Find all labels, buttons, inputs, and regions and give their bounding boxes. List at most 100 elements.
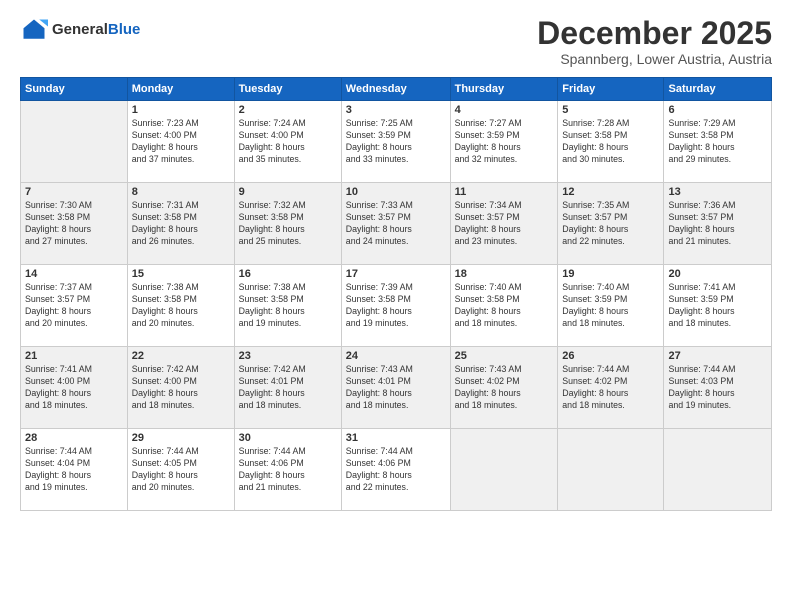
table-row: 15 Sunrise: 7:38 AMSunset: 3:58 PMDayligh…	[127, 265, 234, 347]
logo-icon	[20, 16, 48, 44]
day-number: 22	[132, 350, 230, 362]
day-number: 12	[562, 186, 659, 198]
location: Spannberg, Lower Austria, Austria	[537, 51, 772, 67]
table-row: 16 Sunrise: 7:38 AMSunset: 3:58 PMDayligh…	[234, 265, 341, 347]
day-number: 16	[239, 268, 337, 280]
day-info: Sunrise: 7:43 AMSunset: 4:01 PMDaylight:…	[346, 364, 446, 412]
table-row: 23 Sunrise: 7:42 AMSunset: 4:01 PMDayligh…	[234, 347, 341, 429]
day-info: Sunrise: 7:42 AMSunset: 4:01 PMDaylight:…	[239, 364, 337, 412]
day-number: 8	[132, 186, 230, 198]
col-tuesday: Tuesday	[234, 78, 341, 101]
day-info: Sunrise: 7:44 AMSunset: 4:03 PMDaylight:…	[668, 364, 767, 412]
col-monday: Monday	[127, 78, 234, 101]
table-row: 14 Sunrise: 7:37 AMSunset: 3:57 PMDayligh…	[21, 265, 128, 347]
day-info: Sunrise: 7:38 AMSunset: 3:58 PMDaylight:…	[239, 282, 337, 330]
table-row: 9Sunrise: 7:32 AMSunset: 3:58 PMDaylight…	[234, 183, 341, 265]
table-row: 19 Sunrise: 7:40 AMSunset: 3:59 PMDayligh…	[558, 265, 664, 347]
table-row: 12 Sunrise: 7:35 AMSunset: 3:57 PMDayligh…	[558, 183, 664, 265]
day-info: Sunrise: 7:38 AMSunset: 3:58 PMDaylight:…	[132, 282, 230, 330]
day-number: 2	[239, 104, 337, 116]
table-row	[664, 429, 772, 511]
table-row: 25 Sunrise: 7:43 AMSunset: 4:02 PMDayligh…	[450, 347, 558, 429]
day-info: Sunrise: 7:31 AMSunset: 3:58 PMDaylight:…	[132, 200, 230, 248]
table-row: 8 Sunrise: 7:31 AMSunset: 3:58 PMDaylight…	[127, 183, 234, 265]
table-row: 31Sunrise: 7:44 AMSunset: 4:06 PMDayligh…	[341, 429, 450, 511]
day-number: 13	[668, 186, 767, 198]
table-row: 7 Sunrise: 7:30 AMSunset: 3:58 PMDaylight…	[21, 183, 128, 265]
day-info: Sunrise: 7:37 AMSunset: 3:57 PMDaylight:…	[25, 282, 123, 330]
col-sunday: Sunday	[21, 78, 128, 101]
calendar-body: 1 Sunrise: 7:23 AMSunset: 4:00 PMDaylight…	[21, 101, 772, 511]
table-row: 18Sunrise: 7:40 AMSunset: 3:58 PMDayligh…	[450, 265, 558, 347]
day-info: Sunrise: 7:28 AMSunset: 3:58 PMDaylight:…	[562, 118, 659, 166]
day-number: 23	[239, 350, 337, 362]
table-row: 10 Sunrise: 7:33 AMSunset: 3:57 PMDayligh…	[341, 183, 450, 265]
day-info: Sunrise: 7:44 AMSunset: 4:06 PMDaylight:…	[239, 446, 337, 494]
day-info: Sunrise: 7:41 AMSunset: 3:59 PMDaylight:…	[668, 282, 767, 330]
day-number: 6	[668, 104, 767, 116]
day-info: Sunrise: 7:43 AMSunset: 4:02 PMDaylight:…	[455, 364, 554, 412]
day-info: Sunrise: 7:29 AMSunset: 3:58 PMDaylight:…	[668, 118, 767, 166]
day-number: 3	[346, 104, 446, 116]
logo-text: GeneralBlue	[52, 21, 140, 38]
logo: GeneralBlue	[20, 16, 140, 44]
title-section: December 2025 Spannberg, Lower Austria, …	[537, 16, 772, 67]
col-saturday: Saturday	[664, 78, 772, 101]
table-row: 22 Sunrise: 7:42 AMSunset: 4:00 PMDayligh…	[127, 347, 234, 429]
table-row: 30 Sunrise: 7:44 AMSunset: 4:06 PMDayligh…	[234, 429, 341, 511]
table-row: 28 Sunrise: 7:44 AMSunset: 4:04 PMDayligh…	[21, 429, 128, 511]
day-info: Sunrise: 7:40 AMSunset: 3:58 PMDaylight:…	[455, 282, 554, 330]
table-row: 2 Sunrise: 7:24 AMSunset: 4:00 PMDaylight…	[234, 101, 341, 183]
calendar-table: Sunday Monday Tuesday Wednesday Thursday…	[20, 77, 772, 511]
day-info: Sunrise: 7:44 AMSunset: 4:02 PMDaylight:…	[562, 364, 659, 412]
day-number: 26	[562, 350, 659, 362]
day-number: 10	[346, 186, 446, 198]
day-number: 28	[25, 432, 123, 444]
table-row: 29Sunrise: 7:44 AMSunset: 4:05 PMDayligh…	[127, 429, 234, 511]
day-info: Sunrise: 7:24 AMSunset: 4:00 PMDaylight:…	[239, 118, 337, 166]
day-info: Sunrise: 7:30 AMSunset: 3:58 PMDaylight:…	[25, 200, 123, 248]
day-number: 11	[455, 186, 554, 198]
col-friday: Friday	[558, 78, 664, 101]
header: GeneralBlue December 2025 Spannberg, Low…	[20, 16, 772, 67]
day-info: Sunrise: 7:34 AMSunset: 3:57 PMDaylight:…	[455, 200, 554, 248]
day-info: Sunrise: 7:32 AMSunset: 3:58 PMDaylight:…	[239, 200, 337, 248]
table-row: 5 Sunrise: 7:28 AMSunset: 3:58 PMDaylight…	[558, 101, 664, 183]
day-info: Sunrise: 7:33 AMSunset: 3:57 PMDaylight:…	[346, 200, 446, 248]
day-number: 1	[132, 104, 230, 116]
table-row: 4Sunrise: 7:27 AMSunset: 3:59 PMDaylight…	[450, 101, 558, 183]
page: GeneralBlue December 2025 Spannberg, Low…	[0, 0, 792, 612]
day-info: Sunrise: 7:44 AMSunset: 4:04 PMDaylight:…	[25, 446, 123, 494]
table-row: 6 Sunrise: 7:29 AMSunset: 3:58 PMDaylight…	[664, 101, 772, 183]
week-row: 1 Sunrise: 7:23 AMSunset: 4:00 PMDaylight…	[21, 101, 772, 183]
table-row: 26 Sunrise: 7:44 AMSunset: 4:02 PMDayligh…	[558, 347, 664, 429]
day-info: Sunrise: 7:25 AMSunset: 3:59 PMDaylight:…	[346, 118, 446, 166]
table-row	[21, 101, 128, 183]
table-row: 1 Sunrise: 7:23 AMSunset: 4:00 PMDaylight…	[127, 101, 234, 183]
week-row: 7 Sunrise: 7:30 AMSunset: 3:58 PMDaylight…	[21, 183, 772, 265]
table-row: 3 Sunrise: 7:25 AMSunset: 3:59 PMDaylight…	[341, 101, 450, 183]
day-number: 5	[562, 104, 659, 116]
day-info: Sunrise: 7:23 AMSunset: 4:00 PMDaylight:…	[132, 118, 230, 166]
table-row: 21 Sunrise: 7:41 AMSunset: 4:00 PMDayligh…	[21, 347, 128, 429]
day-info: Sunrise: 7:42 AMSunset: 4:00 PMDaylight:…	[132, 364, 230, 412]
table-row: 11 Sunrise: 7:34 AMSunset: 3:57 PMDayligh…	[450, 183, 558, 265]
day-number: 7	[25, 186, 123, 198]
day-number: 30	[239, 432, 337, 444]
day-number: 21	[25, 350, 123, 362]
table-row: 24Sunrise: 7:43 AMSunset: 4:01 PMDayligh…	[341, 347, 450, 429]
table-row: 20Sunrise: 7:41 AMSunset: 3:59 PMDayligh…	[664, 265, 772, 347]
day-number: 25	[455, 350, 554, 362]
week-row: 28 Sunrise: 7:44 AMSunset: 4:04 PMDayligh…	[21, 429, 772, 511]
table-row: 27Sunrise: 7:44 AMSunset: 4:03 PMDayligh…	[664, 347, 772, 429]
day-info: Sunrise: 7:40 AMSunset: 3:59 PMDaylight:…	[562, 282, 659, 330]
day-number: 14	[25, 268, 123, 280]
day-info: Sunrise: 7:35 AMSunset: 3:57 PMDaylight:…	[562, 200, 659, 248]
day-info: Sunrise: 7:44 AMSunset: 4:05 PMDaylight:…	[132, 446, 230, 494]
day-number: 15	[132, 268, 230, 280]
week-row: 21 Sunrise: 7:41 AMSunset: 4:00 PMDayligh…	[21, 347, 772, 429]
table-row: 17Sunrise: 7:39 AMSunset: 3:58 PMDayligh…	[341, 265, 450, 347]
day-number: 19	[562, 268, 659, 280]
table-row: 13Sunrise: 7:36 AMSunset: 3:57 PMDayligh…	[664, 183, 772, 265]
day-info: Sunrise: 7:41 AMSunset: 4:00 PMDaylight:…	[25, 364, 123, 412]
